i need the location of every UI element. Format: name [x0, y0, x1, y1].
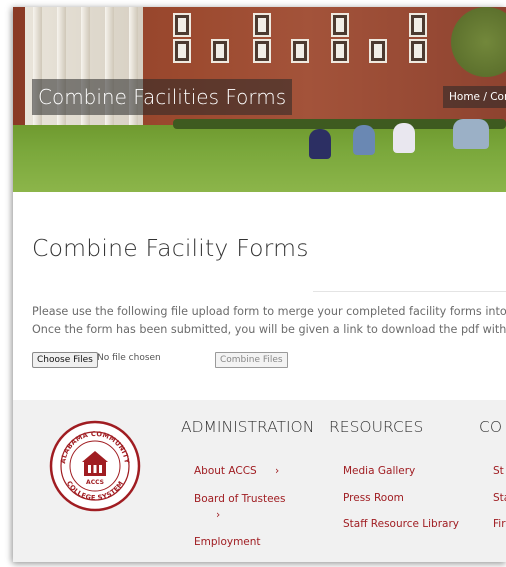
chevron-right-icon[interactable]: ›: [216, 509, 220, 521]
combine-files-button[interactable]: Combine Files: [215, 352, 288, 368]
footer-link-about-accs[interactable]: About ACCS: [194, 465, 257, 477]
site-footer: ALABAMA COMMUNITY COLLEGE SYSTEM ACCS AD…: [13, 400, 506, 562]
footer-heading-truncated: CO: [479, 418, 503, 436]
hero-column: [105, 7, 114, 135]
hero-column: [129, 7, 138, 135]
hero-window: [409, 39, 427, 63]
footer-link-truncated[interactable]: St: [493, 465, 504, 477]
footer-link-press-room[interactable]: Press Room: [343, 492, 404, 504]
footer-heading-administration: ADMINISTRATION: [181, 418, 315, 436]
hero-column: [81, 7, 90, 135]
footer-link-board-of-trustees[interactable]: Board of Trustees: [194, 493, 285, 505]
footer-heading-resources: RESOURCES: [329, 418, 424, 436]
hero-window: [173, 39, 191, 63]
title-divider: [313, 291, 506, 292]
hero-window: [173, 13, 191, 37]
footer-link-media-gallery[interactable]: Media Gallery: [343, 465, 415, 477]
seal-center-text: ACCS: [86, 479, 104, 486]
accs-seal-logo[interactable]: ALABAMA COMMUNITY COLLEGE SYSTEM ACCS: [49, 420, 141, 512]
hero-window: [253, 13, 271, 37]
hero-title: Combine Facilities Forms: [32, 79, 293, 115]
hero-student: [453, 119, 489, 149]
hero-student: [353, 125, 375, 155]
instructions-line-1: Please use the following file upload for…: [32, 305, 506, 318]
footer-link-staff-resource-library[interactable]: Staff Resource Library: [343, 518, 459, 530]
hero-window: [369, 39, 387, 63]
hero-banner: Combine Facilities Forms Home / Com: [13, 7, 506, 192]
file-status-text: No file chosen: [97, 353, 161, 363]
browser-viewport: Combine Facilities Forms Home / Com Comb…: [13, 7, 506, 562]
hero-window: [331, 13, 349, 37]
hero-lawn: [13, 125, 506, 192]
instructions-line-2: Once the form has been submitted, you wi…: [32, 323, 506, 336]
hero-column: [57, 7, 66, 135]
hero-column: [33, 7, 42, 135]
footer-link-employment[interactable]: Employment: [194, 536, 261, 548]
footer-link-truncated[interactable]: Sta: [493, 492, 506, 504]
footer-link-truncated[interactable]: Fir: [493, 518, 506, 530]
breadcrumb[interactable]: Home / Com: [443, 86, 506, 108]
page-title: Combine Facility Forms: [32, 234, 309, 262]
choose-files-button[interactable]: Choose Files: [32, 352, 98, 368]
hero-student: [309, 129, 331, 159]
hero-window: [331, 39, 349, 63]
chevron-right-icon[interactable]: ›: [275, 465, 279, 477]
hero-window: [409, 13, 427, 37]
hero-window: [291, 39, 309, 63]
hero-student: [393, 123, 415, 153]
hero-window: [211, 39, 229, 63]
hero-window: [253, 39, 271, 63]
